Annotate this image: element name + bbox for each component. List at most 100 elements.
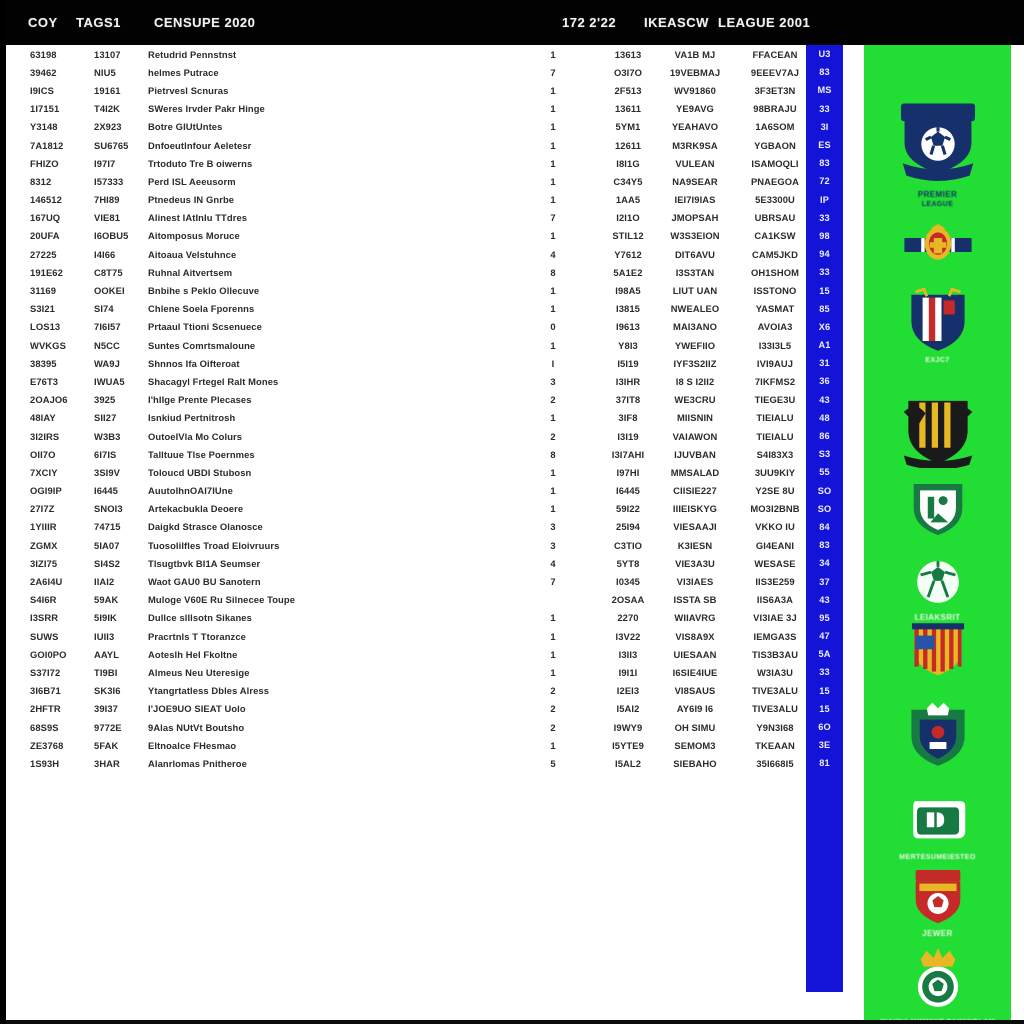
cell-team-name: Toloucd UBDI Stubosn xyxy=(148,466,252,478)
cell-value-c: AVOIA3 xyxy=(757,321,793,333)
cell-score: S3 xyxy=(818,449,831,460)
table-row[interactable]: 68S9S 9772E 9Alas NUtVt Boutsho 2 I9WY9 OH SI… xyxy=(6,718,858,736)
table-row[interactable]: 146512 7HI89 Ptnedeus IN Gnrbe 1 1AA5 IEI7I9I… xyxy=(6,191,858,209)
cell-value-b: LIUT UAN xyxy=(672,285,718,297)
cell-tag: 9772E xyxy=(94,721,122,733)
table-row[interactable]: FHIZO I97I7 Trtoduto Tre B oiwerns 1 I8I1G VU… xyxy=(6,154,858,172)
cell-score: ES xyxy=(818,140,831,151)
cell-tag: 6I7IS xyxy=(94,448,117,460)
cell-value-c: YGBAON xyxy=(754,139,796,151)
header-label-renew: IKEASCW xyxy=(644,15,709,30)
table-row[interactable]: S4I6R 59AK Muloge V60E Ru Silnecee Toupe 2O… xyxy=(6,591,858,609)
cell-number: 1 xyxy=(550,157,556,169)
cell-tag: TI9BI xyxy=(94,666,118,678)
cell-value-b: VIESAAJI xyxy=(673,521,717,533)
cell-number: 3 xyxy=(550,375,556,387)
cell-value-b: IIIEISKYG xyxy=(672,503,718,515)
premier-league-crest[interactable]: PREMIER LEAGUE xyxy=(864,100,1011,209)
cell-value-c: 7IKFMS2 xyxy=(754,375,796,387)
cell-score: 15 xyxy=(819,685,830,696)
table-row[interactable]: OGI9IP I6445 AuutoIhnOAI7IUne 1 I6445 CIISIE2… xyxy=(6,482,858,500)
table-row[interactable]: 191E62 C8T75 Ruhnal Aitvertsem 8 5A1E2 I3S3TA… xyxy=(6,263,858,281)
cell-value-a: C34Y5 xyxy=(613,175,643,187)
cell-number xyxy=(544,591,562,609)
table-row[interactable]: SUWS IUII3 Pracrtnls T Ttoranzce 1 I3V22 VIS8… xyxy=(6,627,858,645)
cell-team-name: Retudrid Pennstnst xyxy=(148,48,237,60)
cell-score: 5A xyxy=(818,649,831,660)
crowned-rose-crest[interactable]: INAIINA MIMMIXE PAIMINDLAM JENES Oithns xyxy=(864,945,1011,1024)
table-row[interactable]: ZGMX 5IA07 Tuosolilfles Troad Eloivruurs 3 C… xyxy=(6,536,858,554)
royal-banner-crest[interactable] xyxy=(864,210,1011,280)
table-row[interactable]: 48IAY SII27 Isnkiud Pertnitrosh 1 3IF8 MIISNI… xyxy=(6,409,858,427)
table-row[interactable]: S3I21 SI74 Chlene Soela Fporenns 1 I3815 NWEA… xyxy=(6,300,858,318)
table-row[interactable]: 3IZI75 SI4S2 Tlsugtbvk BI1A Seumser 4 5YT8 VI… xyxy=(6,554,858,572)
cell-coy: 20UFA xyxy=(30,230,60,242)
cell-team-name: Talltuue Tlse Poernmes xyxy=(148,448,255,460)
cell-value-c: 3F3ET3N xyxy=(754,84,796,96)
table-row[interactable]: ZE3768 5FAK Eltnoalce FHesmao 1 I5YTE9 SEMOM3… xyxy=(6,736,858,754)
cell-score: MS xyxy=(817,85,832,96)
green-monogram-crest[interactable]: MERTESUMEIESTEO xyxy=(864,790,1011,862)
cell-value-c: S4I83X3 xyxy=(756,448,794,460)
cell-tag: 5FAK xyxy=(94,739,119,751)
cell-value-a: I5AL2 xyxy=(614,757,642,769)
table-row[interactable]: I9ICS 19161 Pietrvesl Scnuras 1 2F513 WV91860… xyxy=(6,81,858,99)
cell-number: 1 xyxy=(550,121,556,133)
cell-score: 83 xyxy=(819,67,830,78)
cell-value-b: MMSALAD xyxy=(670,466,720,478)
table-row[interactable]: 1I7151 T4I2K SWeres Irvder Pakr Hinge 1 1361… xyxy=(6,100,858,118)
table-row[interactable]: 38395 WA9J Shnnos Ifa Oifteroat I I5I19 IYF3S… xyxy=(6,354,858,372)
cell-coy: 39462 xyxy=(30,66,57,78)
red-banner-crest[interactable]: JEWER xyxy=(864,865,1011,938)
table-row[interactable]: WVKGS N5CC Suntes Comrtsmaloune 1 Y8I3 YWEFII… xyxy=(6,336,858,354)
standings-table[interactable]: 63198 13107 Retudrid Pennstnst 1 13613 VA1B M… xyxy=(6,45,858,1024)
cell-tag: 7I6I57 xyxy=(94,321,121,333)
cell-value-c: TKEAAN xyxy=(755,739,795,751)
table-row[interactable]: LOS13 7I6I57 Prtaaul Ttioni Scsenuece 0 I961… xyxy=(6,318,858,336)
cell-coy: 27225 xyxy=(30,248,57,260)
cell-score: U3 xyxy=(818,49,831,60)
cell-team-name: Suntes Comrtsmaloune xyxy=(148,339,256,351)
table-row[interactable]: 1YIIIR 74715 Daigkd Strasce Olanosce 3 25I94… xyxy=(6,518,858,536)
table-row[interactable]: Y3148 2X923 Botre GIUtUntes 1 5YM1 YEAHAVO 1A6… xyxy=(6,118,858,136)
table-row[interactable]: 167UQ VIE81 Alinest IAtInIu TTdres 7 I2I1O JM… xyxy=(6,209,858,227)
table-row[interactable]: 8312 I57333 Perd ISL Aeeusorm 1 C34Y5 NA9SEAR… xyxy=(6,172,858,190)
table-row[interactable]: 2HFTR 39I37 I'JOE9UO SIEAT Uolo 2 I5AI2 AY6I9… xyxy=(6,700,858,718)
cell-coy: 1YIIIR xyxy=(30,521,57,533)
cell-score: 43 xyxy=(819,594,830,605)
cell-value-a: I6445 xyxy=(616,485,640,497)
cell-number: 1 xyxy=(550,666,556,678)
striped-shield-crest[interactable]: EXJC7 xyxy=(864,285,1011,365)
table-row[interactable]: 27225 I4I66 Aitoaua Velstuhnce 4 Y7612 DIT6AV… xyxy=(6,245,858,263)
navy-green-crown-crest[interactable] xyxy=(864,700,1011,770)
table-row[interactable]: 3I6B71 SK3I6 Ytangrtatless Dbles Alress 2 I2… xyxy=(6,682,858,700)
cell-team-name: Aoteslh HeI Fkoltne xyxy=(148,648,238,660)
green-white-shield-crest[interactable] xyxy=(864,475,1011,539)
header-label-league: LEAGUE 2001 xyxy=(718,15,811,30)
cell-tag: IIAI2 xyxy=(94,576,115,588)
black-gold-eagle-crest[interactable] xyxy=(864,390,1011,468)
table-row[interactable]: 63198 13107 Retudrid Pennstnst 1 13613 VA1B M… xyxy=(6,45,858,63)
cell-value-a: I2EI3 xyxy=(616,685,640,697)
table-row[interactable]: 39462 NIU5 helmes Putrace 7 O3I7O 19VEBMAJ 9EE… xyxy=(6,63,858,81)
table-row[interactable]: 7A1812 SU6765 Dnfoeutlnfour Aeletesr 1 12611… xyxy=(6,136,858,154)
table-row[interactable]: I3SRR 5I9IK Dullce slIlsotn Sikanes 1 2270 WI… xyxy=(6,609,858,627)
cell-tag: I6445 xyxy=(94,485,118,497)
table-row[interactable]: 31169 OOKEI Bnbihe s Peklo Ollecuve 1 I98A5 L… xyxy=(6,281,858,299)
cell-value-b: K3IESN xyxy=(677,539,713,551)
table-row[interactable]: 7XCIY 3SI9V Toloucd UBDI Stubosn 1 I97HI MMSA… xyxy=(6,463,858,481)
table-row[interactable]: GOI0PO AAYL Aoteslh HeI Fkoltne 1 I3II3 UIESA… xyxy=(6,645,858,663)
cell-value-a: I8I1G xyxy=(616,157,640,169)
cell-score: 81 xyxy=(819,758,830,769)
table-row[interactable]: 2A6I4U IIAI2 Waot GAU0 BU Sanotern 7 I0345 VI… xyxy=(6,572,858,590)
table-row[interactable]: 20UFA I6OBU5 Aitomposus Moruce 1 STIL12 W3S3E… xyxy=(6,227,858,245)
table-row[interactable]: OII7O 6I7IS Talltuue Tlse Poernmes 8 I3I7AHI… xyxy=(6,445,858,463)
table-row[interactable]: 3I2IRS W3B3 OutoeIVla Mo Colurs 2 I3I19 VAIAW… xyxy=(6,427,858,445)
cell-coy: 8312 xyxy=(30,175,52,187)
table-row[interactable]: 27I7Z SNOI3 Artekacbukla Deoere 1 59I22 IIIEI… xyxy=(6,500,858,518)
table-row[interactable]: S37I72 TI9BI Almeus Neu Uteresige 1 I9I1I I6S… xyxy=(6,663,858,681)
table-row[interactable]: 2OAJO6 3925 I'hIIge Prente Plecases 2 37IT8 W… xyxy=(6,391,858,409)
red-yellow-stripes-crest[interactable] xyxy=(864,617,1011,679)
table-row[interactable]: 1S93H 3HAR Alanrlomas Pnitheroe 5 I5AL2 SIEBA… xyxy=(6,754,858,772)
table-row[interactable]: E76T3 IWUA5 Shacagyl Frtegel Ralt Mones 3 I3… xyxy=(6,372,858,390)
